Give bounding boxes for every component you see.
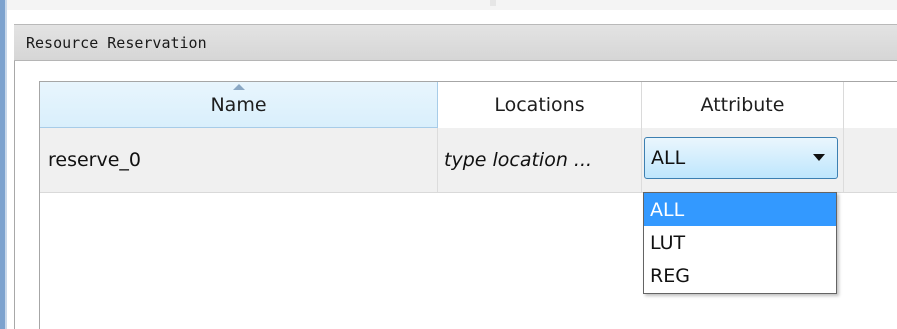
cell-locations[interactable]: type location ...: [438, 128, 642, 192]
column-header-locations-label: Locations: [494, 94, 585, 116]
column-header-name[interactable]: Name: [40, 82, 438, 128]
dropdown-arrow-icon[interactable]: [813, 154, 825, 161]
dropdown-option-all[interactable]: ALL: [644, 193, 836, 226]
dropdown-option-lut[interactable]: LUT: [644, 226, 836, 259]
column-header-locations[interactable]: Locations: [438, 82, 642, 128]
dropdown-option-reg[interactable]: REG: [644, 259, 836, 292]
sort-ascending-icon: [232, 84, 245, 90]
cell-attribute[interactable]: ALL: [642, 128, 844, 192]
panel-title: Resource Reservation: [26, 33, 207, 52]
cell-locations-placeholder: type location ...: [444, 149, 593, 171]
attribute-combobox-value: ALL: [651, 147, 686, 169]
cell-filler: [844, 128, 897, 192]
left-accent-highlight: [5, 0, 7, 329]
column-header-name-label: Name: [210, 93, 267, 116]
top-divider-mark: [490, 0, 496, 6]
column-header-attribute[interactable]: Attribute: [642, 82, 844, 128]
cell-name[interactable]: reserve_0: [40, 128, 438, 192]
panel-header: Resource Reservation: [14, 24, 897, 61]
top-strip: [7, 0, 897, 10]
cell-name-value: reserve_0: [48, 149, 142, 171]
attribute-combobox[interactable]: ALL: [644, 137, 838, 179]
table-header-row: Name Locations Attribute: [40, 82, 897, 129]
window: Resource Reservation Name Locations Attr…: [0, 0, 897, 329]
attribute-dropdown-list: ALL LUT REG: [643, 192, 837, 294]
column-header-attribute-label: Attribute: [700, 94, 785, 116]
column-header-filler: [844, 82, 897, 128]
table-row[interactable]: reserve_0 type location ... ALL: [40, 128, 897, 193]
